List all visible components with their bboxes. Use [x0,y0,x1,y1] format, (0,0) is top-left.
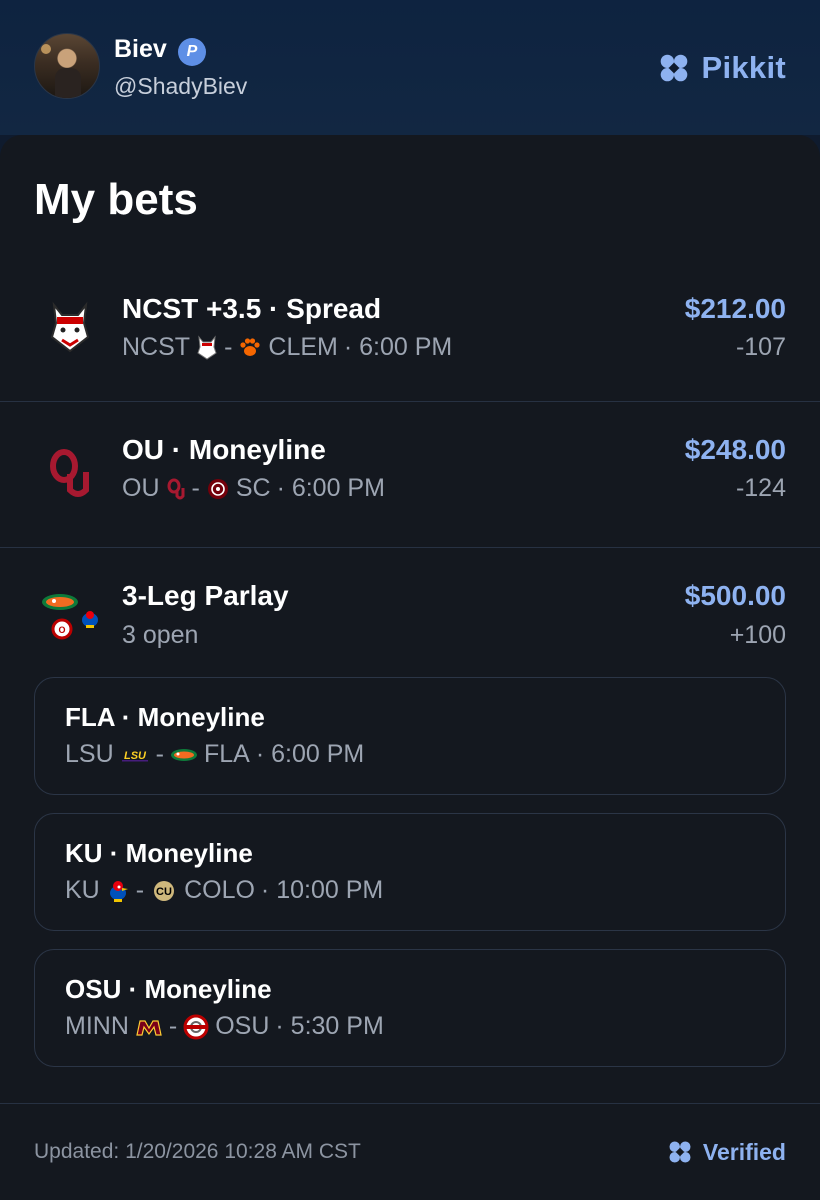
profile-header: Biev P @ShadyBiev Pikkit [0,0,820,135]
team-b: SC [235,474,271,502]
clover-icon [661,54,688,82]
parlay-leg-osu[interactable]: OSU · Moneyline MINN - OSU · 5:30 PM [34,949,786,1067]
verified-label: Verified [702,1138,786,1165]
parlay-row[interactable]: O 3-Leg Parlay 3 open $500.00 +100 [0,548,820,668]
leg-title: FLA · Moneyline [65,702,265,732]
svg-text:O: O [58,625,65,635]
divider [0,1103,820,1104]
leg-matchup: LSU LSU - FLA · 6:00 PM [65,740,364,769]
user-handle[interactable]: @ShadyBiev [114,73,247,100]
game-time: · 5:30 PM [275,1012,384,1040]
game-time: · 6:00 PM [255,740,365,768]
separator: - [224,333,233,361]
bet-matchup: NCST - CLEM · 6:00 PM [122,333,452,362]
avatar-figure [55,68,81,98]
separator: - [155,740,164,768]
game-time: · 6:00 PM [343,333,453,361]
brand-logo[interactable]: Pikkit [655,48,786,88]
team-a: LSU [65,740,114,768]
oklahoma-mini-icon [167,478,184,499]
bet-title: NCST +3.5 · Spread [122,293,382,324]
separator: - [168,1012,178,1040]
parlay-team-logos-icon: O [42,594,98,640]
clemson-paw-icon [240,337,260,356]
avatar-lamp-detail [41,44,51,54]
colorado-buffalo-icon: CU [154,880,175,901]
parlay-leg-ku[interactable]: KU · Moneyline KU - CU COLO · 10:00 PM [34,813,786,931]
minnesota-m-icon [136,1019,162,1036]
separator: - [135,876,145,904]
team-b: COLO [184,876,255,904]
parlay-title: 3-Leg Parlay [122,580,289,611]
ncstate-wolf-logo-icon [50,301,90,353]
team-a: NCST [122,333,191,361]
page-title: My bets [34,175,198,224]
bet-row-ou[interactable]: OU · Moneyline OU - SC · 6:00 PM $248.00… [0,402,820,547]
team-b: OSU [215,1012,270,1040]
avatar[interactable] [34,33,100,99]
bet-matchup: OU - SC · 6:00 PM [122,474,385,503]
team-b: CLEM [268,333,338,361]
oklahoma-ou-logo-icon [50,449,89,497]
bet-title: OU · Moneyline [122,434,326,465]
parlay-amount: $500.00 [684,580,786,611]
verified-badge[interactable]: Verified [665,1137,786,1167]
team-a: MINN [65,1012,129,1040]
clover-icon [669,1141,691,1163]
kansas-jayhawk-icon [109,880,128,902]
florida-gator-icon [170,748,197,761]
ohio-state-icon [183,1014,209,1039]
bet-odds: -107 [735,333,786,361]
leg-matchup: MINN - OSU · 5:30 PM [65,1012,384,1041]
leg-title: OSU · Moneyline [65,974,272,1004]
bet-amount: $212.00 [684,293,786,324]
pikkit-badge-icon: P [178,38,206,66]
game-time: · 10:00 PM [260,876,384,904]
leg-title: KU · Moneyline [65,838,253,868]
ncstate-mini-icon [197,334,217,360]
parlay-leg-fla[interactable]: FLA · Moneyline LSU LSU - FLA · 6:00 PM [34,677,786,795]
game-time: · 6:00 PM [276,474,385,502]
svg-text:CU: CU [156,886,172,898]
south-carolina-icon [207,478,228,499]
bet-row-ncst[interactable]: NCST +3.5 · Spread NCST - CLEM · 6:00 PM… [0,275,820,402]
team-a: KU [65,876,100,904]
updated-timestamp: Updated: 1/20/2026 10:28 AM CST [34,1140,361,1163]
team-b: FLA [203,740,250,768]
separator: - [191,474,200,502]
team-a: OU [122,474,160,502]
leg-matchup: KU - CU COLO · 10:00 PM [65,876,383,905]
bets-card: My bets NCST +3.5 · Spread NCST - CLEM ·… [0,135,820,1200]
parlay-odds: +100 [729,621,786,649]
parlay-status: 3 open [122,621,199,649]
bet-odds: -124 [735,474,786,502]
brand-name: Pikkit [701,50,786,85]
bet-amount: $248.00 [684,434,786,465]
user-name[interactable]: Biev [114,35,167,64]
lsu-logo-icon: LSU [121,750,148,762]
